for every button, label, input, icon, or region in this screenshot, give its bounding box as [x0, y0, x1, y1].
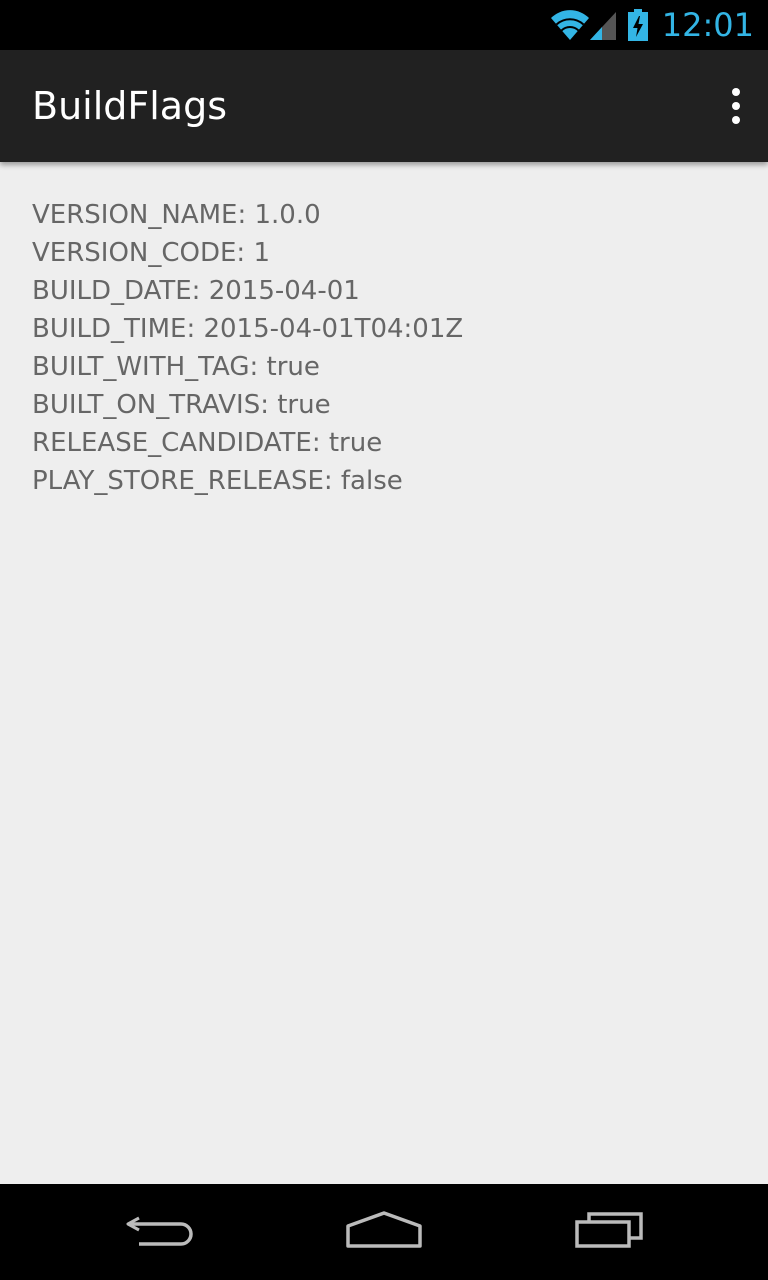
app-title: BuildFlags	[32, 84, 228, 128]
back-button[interactable]	[80, 1184, 240, 1280]
flag-built-with-tag: BUILT_WITH_TAG: true	[32, 352, 320, 382]
overflow-dot	[732, 102, 740, 110]
home-icon	[346, 1210, 422, 1255]
flag-build-time: BUILD_TIME: 2015-04-01T04:01Z	[32, 314, 464, 344]
flag-release-candidate: RELEASE_CANDIDATE: true	[32, 428, 383, 458]
flag-version-name: VERSION_NAME: 1.0.0	[32, 200, 321, 230]
build-flags-list: VERSION_NAME: 1.0.0 VERSION_CODE: 1 BUIL…	[32, 196, 732, 500]
cell-signal-icon	[588, 8, 618, 42]
back-icon	[125, 1210, 195, 1255]
flag-build-date: BUILD_DATE: 2015-04-01	[32, 276, 360, 306]
status-bar: 12:01	[0, 0, 768, 50]
clock: 12:01	[661, 6, 754, 44]
navigation-bar	[0, 1184, 768, 1280]
flag-play-store-release: PLAY_STORE_RELEASE: false	[32, 466, 403, 496]
recents-icon	[574, 1210, 646, 1255]
overflow-menu-icon[interactable]	[724, 82, 748, 130]
status-icons: 12:01	[550, 0, 754, 50]
battery-charging-icon	[626, 8, 650, 42]
action-bar: BuildFlags	[0, 50, 768, 162]
recents-button[interactable]	[530, 1184, 690, 1280]
wifi-icon	[550, 8, 590, 42]
overflow-dot	[732, 88, 740, 96]
flag-version-code: VERSION_CODE: 1	[32, 238, 270, 268]
overflow-dot	[732, 116, 740, 124]
home-button[interactable]	[304, 1184, 464, 1280]
flag-built-on-travis: BUILT_ON_TRAVIS: true	[32, 390, 331, 420]
